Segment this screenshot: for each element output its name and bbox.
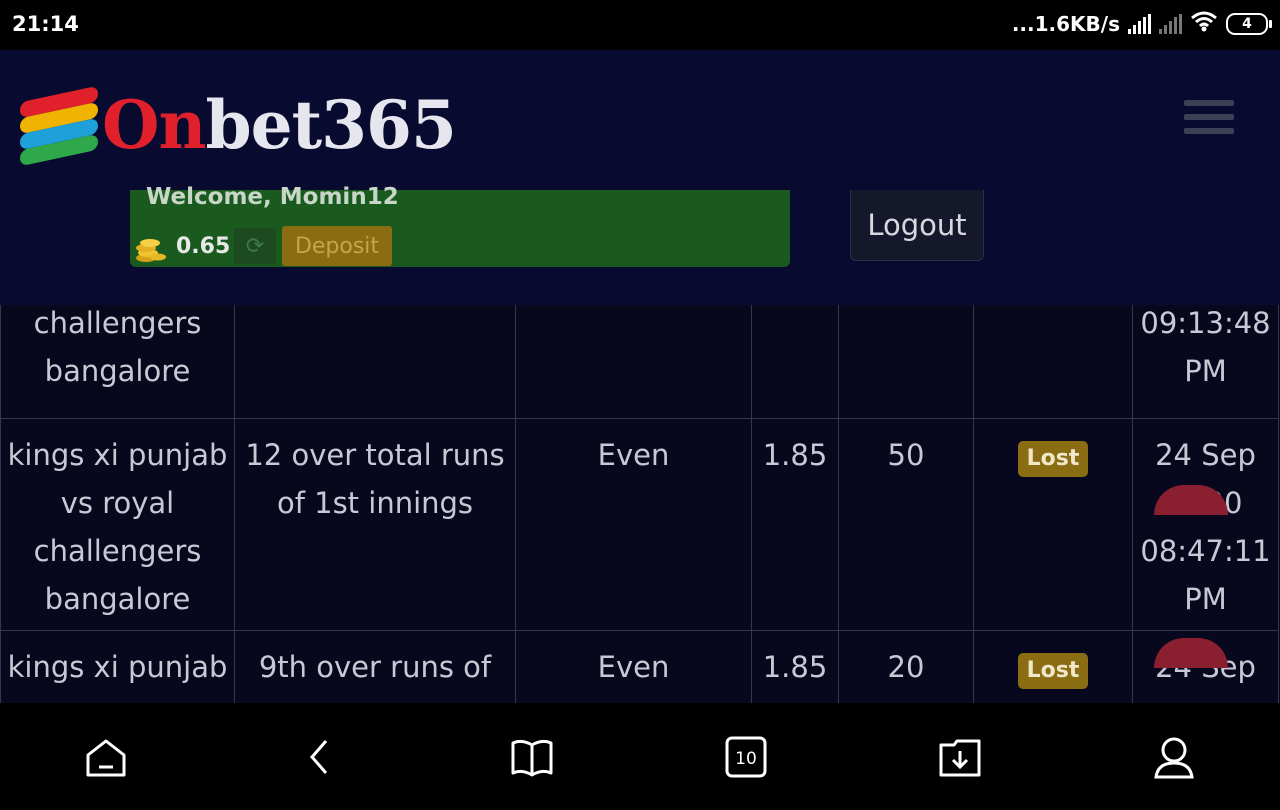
coins-icon bbox=[134, 230, 168, 264]
browser-navbar: 10 bbox=[0, 703, 1280, 810]
status-right: ...1.6KB/s 4 bbox=[1011, 10, 1272, 37]
logo-text: Onbet365 bbox=[102, 86, 457, 164]
selection-cell: Even bbox=[515, 630, 752, 703]
logo-ball-icon bbox=[20, 85, 98, 167]
market-cell: 9th over runs of bbox=[234, 630, 516, 703]
stake-cell bbox=[838, 305, 974, 419]
status-bar: 21:14 ...1.6KB/s 4 bbox=[0, 0, 1280, 50]
table-row: kings xi punjab 9th over runs of Even 1.… bbox=[0, 630, 1279, 703]
odds-cell: 1.85 bbox=[751, 630, 839, 703]
logo-text-part2: bet365 bbox=[205, 86, 456, 164]
datetime-cell: 24 Sep2020 08:47:11PM bbox=[1132, 418, 1279, 631]
signal-2-icon bbox=[1159, 13, 1182, 34]
status-badge: Lost bbox=[1017, 441, 1089, 477]
bookmarks-icon[interactable] bbox=[510, 735, 554, 779]
odds-cell: 1.85 bbox=[751, 418, 839, 631]
site-header: Onbet365 Welcome, Momin12 0.65 ⟳ Deposit… bbox=[0, 50, 1280, 305]
status-cell: Lost bbox=[973, 630, 1133, 703]
status-badge: Lost bbox=[1017, 653, 1089, 689]
logout-button[interactable]: Logout bbox=[850, 190, 984, 261]
deposit-button[interactable]: Deposit bbox=[282, 226, 392, 266]
selection-cell bbox=[515, 305, 752, 419]
datetime-cell: 09:13:48 PM bbox=[1132, 305, 1279, 419]
status-time: 21:14 bbox=[12, 12, 79, 36]
status-cell bbox=[973, 305, 1133, 419]
home-icon[interactable] bbox=[84, 735, 128, 779]
account-panel: Welcome, Momin12 0.65 ⟳ Deposit bbox=[130, 184, 790, 267]
bets-table: challengers bangalore 09:13:48 PM kings xi… bbox=[0, 305, 1279, 703]
hamburger-menu-icon[interactable] bbox=[1184, 100, 1234, 142]
match-cell: kings xi punjab vs royal challengers banga… bbox=[0, 418, 235, 631]
match-cell: challengers bangalore bbox=[0, 305, 235, 419]
profile-icon[interactable] bbox=[1152, 735, 1196, 779]
table-row: challengers bangalore 09:13:48 PM bbox=[0, 305, 1279, 419]
refresh-icon: ⟳ bbox=[245, 233, 265, 259]
download-icon[interactable] bbox=[938, 735, 982, 779]
status-cell: Lost bbox=[973, 418, 1133, 631]
network-speed: ...1.6KB/s bbox=[1011, 11, 1120, 36]
refresh-balance-button[interactable]: ⟳ bbox=[234, 228, 276, 264]
balance-amount: 0.65 bbox=[176, 234, 231, 259]
match-cell: kings xi punjab bbox=[0, 630, 235, 703]
back-icon[interactable] bbox=[298, 735, 342, 779]
market-cell bbox=[234, 305, 516, 419]
odds-cell bbox=[751, 305, 839, 419]
stake-cell: 50 bbox=[838, 418, 974, 631]
tabs-icon[interactable]: 10 bbox=[724, 735, 768, 779]
signal-icon bbox=[1128, 13, 1151, 34]
bet-history-table: challengers bangalore 09:13:48 PM kings xi… bbox=[0, 305, 1280, 703]
selection-cell: Even bbox=[515, 418, 752, 631]
battery-icon: 4 bbox=[1226, 12, 1272, 35]
table-row: kings xi punjab vs royal challengers banga… bbox=[0, 418, 1279, 631]
tabs-count: 10 bbox=[735, 749, 757, 769]
wifi-icon bbox=[1190, 10, 1218, 37]
market-cell: 12 over total runs of 1st innings bbox=[234, 418, 516, 631]
site-logo[interactable]: Onbet365 bbox=[20, 85, 457, 167]
welcome-text: Welcome, Momin12 bbox=[146, 184, 399, 210]
stake-cell: 20 bbox=[838, 630, 974, 703]
logo-text-part1: On bbox=[102, 86, 206, 164]
